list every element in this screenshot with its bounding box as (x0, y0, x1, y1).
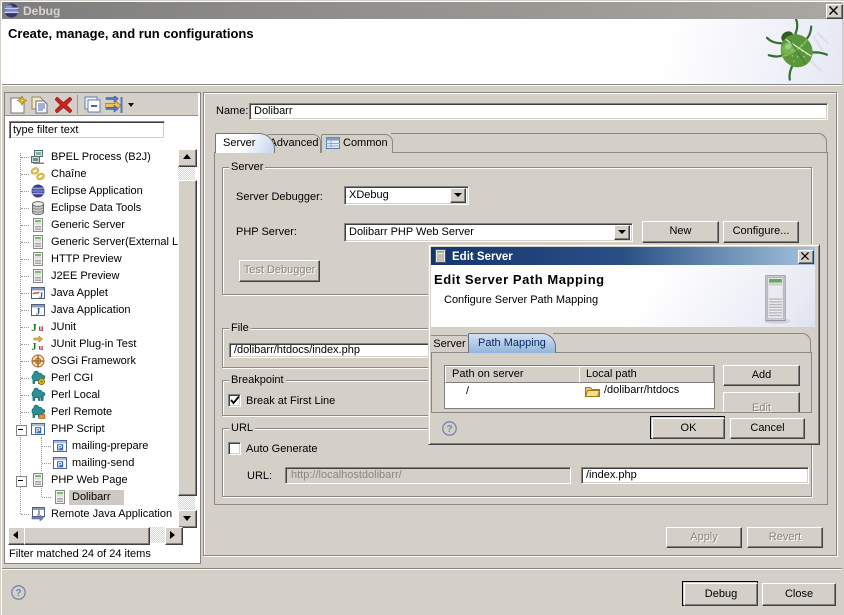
svg-text:?: ? (446, 424, 452, 435)
svg-text:?: ? (15, 588, 21, 599)
